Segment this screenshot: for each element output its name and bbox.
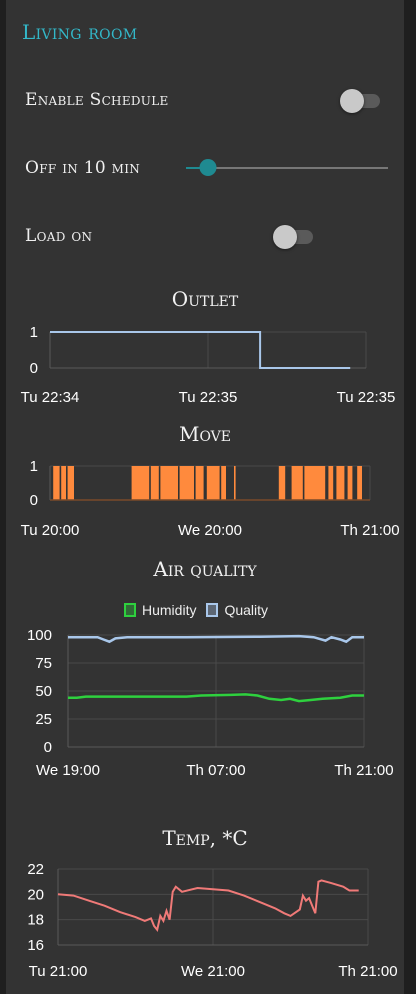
y-tick-label: 1 bbox=[30, 324, 38, 341]
enable-schedule-label: Enable Schedule bbox=[25, 90, 169, 110]
outlet-chart-title: Outlet bbox=[171, 287, 239, 311]
load-on-label: Load on bbox=[25, 226, 93, 246]
move-bar bbox=[357, 466, 362, 500]
x-tick-label: Tu 22:35 bbox=[337, 389, 396, 406]
move-bar bbox=[53, 466, 60, 500]
move-bar bbox=[195, 466, 204, 500]
move-bar bbox=[291, 466, 303, 500]
move-bar bbox=[221, 466, 226, 500]
air-quality-legend: Humidity Quality bbox=[124, 602, 278, 618]
x-tick-label: Tu 20:00 bbox=[21, 522, 80, 539]
outlet-series-line bbox=[50, 331, 351, 369]
move-bar bbox=[131, 466, 150, 500]
temp-chart-title: Temp, *C bbox=[162, 826, 248, 850]
temp-series-line bbox=[57, 879, 359, 933]
move-bar bbox=[150, 466, 159, 500]
x-tick-label: We 19:00 bbox=[36, 762, 100, 779]
move-bar bbox=[328, 466, 334, 500]
x-tick-label: Th 21:00 bbox=[340, 522, 399, 539]
legend-label-humidity: Humidity bbox=[142, 602, 197, 618]
x-tick-label: Th 21:00 bbox=[338, 963, 397, 980]
y-tick-label: 100 bbox=[27, 627, 52, 644]
air-quality-chart-title: Air quality bbox=[153, 557, 257, 581]
y-tick-label: 50 bbox=[35, 683, 52, 700]
timer-label: Off in 10 min bbox=[25, 158, 141, 178]
y-tick-label: 0 bbox=[30, 492, 38, 509]
x-tick-label: We 20:00 bbox=[178, 522, 242, 539]
y-tick-label: 16 bbox=[27, 937, 44, 954]
y-tick-label: 75 bbox=[35, 655, 52, 672]
move-bar bbox=[304, 466, 326, 500]
move-bar bbox=[179, 466, 194, 500]
load-on-toggle[interactable] bbox=[273, 224, 317, 249]
x-tick-label: Tu 21:00 bbox=[29, 963, 88, 980]
move-bar bbox=[336, 466, 345, 500]
y-tick-label: 1 bbox=[30, 458, 38, 475]
move-bar bbox=[278, 466, 286, 500]
y-tick-label: 22 bbox=[27, 861, 44, 878]
legend-item-humidity[interactable]: Humidity bbox=[124, 602, 196, 618]
move-bar bbox=[160, 466, 178, 500]
humidity-swatch bbox=[124, 603, 136, 617]
y-tick-label: 0 bbox=[30, 360, 38, 377]
enable-schedule-toggle[interactable] bbox=[340, 88, 384, 113]
quality-swatch bbox=[206, 603, 219, 617]
air-quality-chart: We 19:00 Th 07:00 Th 21:00 100 75 50 25 0 bbox=[27, 627, 394, 779]
timer-slider[interactable] bbox=[186, 158, 388, 178]
x-tick-label: Th 07:00 bbox=[186, 762, 245, 779]
toggle-thumb[interactable] bbox=[340, 89, 364, 113]
move-chart-title: Move bbox=[178, 422, 232, 446]
x-tick-label: Th 21:00 bbox=[334, 762, 393, 779]
legend-item-quality[interactable]: Quality bbox=[206, 602, 268, 618]
x-tick-label: Tu 22:35 bbox=[179, 389, 238, 406]
y-tick-label: 25 bbox=[35, 711, 52, 728]
dashboard-panel: Living room Enable Schedule Off in 10 mi… bbox=[6, 0, 404, 994]
group-title: Living room bbox=[22, 20, 138, 44]
x-tick-label: We 21:00 bbox=[181, 963, 245, 980]
move-bar bbox=[67, 466, 74, 500]
slider-thumb[interactable] bbox=[199, 159, 217, 176]
x-tick-label: Tu 22:34 bbox=[21, 389, 80, 406]
move-bar bbox=[347, 466, 353, 500]
temp-chart: Tu 21:00 We 21:00 Th 21:00 22 20 18 16 bbox=[27, 861, 397, 980]
y-tick-label: 18 bbox=[27, 912, 44, 929]
legend-label-quality: Quality bbox=[224, 602, 269, 618]
move-chart: Tu 20:00 We 20:00 Th 21:00 1 0 bbox=[21, 458, 400, 539]
outlet-chart: Tu 22:34 Tu 22:35 Tu 22:35 1 0 bbox=[21, 324, 396, 406]
move-bar bbox=[206, 466, 220, 500]
move-bar bbox=[61, 466, 66, 500]
y-tick-label: 0 bbox=[44, 739, 52, 756]
move-bar bbox=[234, 466, 236, 500]
y-tick-label: 20 bbox=[27, 886, 44, 903]
toggle-thumb[interactable] bbox=[273, 225, 297, 249]
